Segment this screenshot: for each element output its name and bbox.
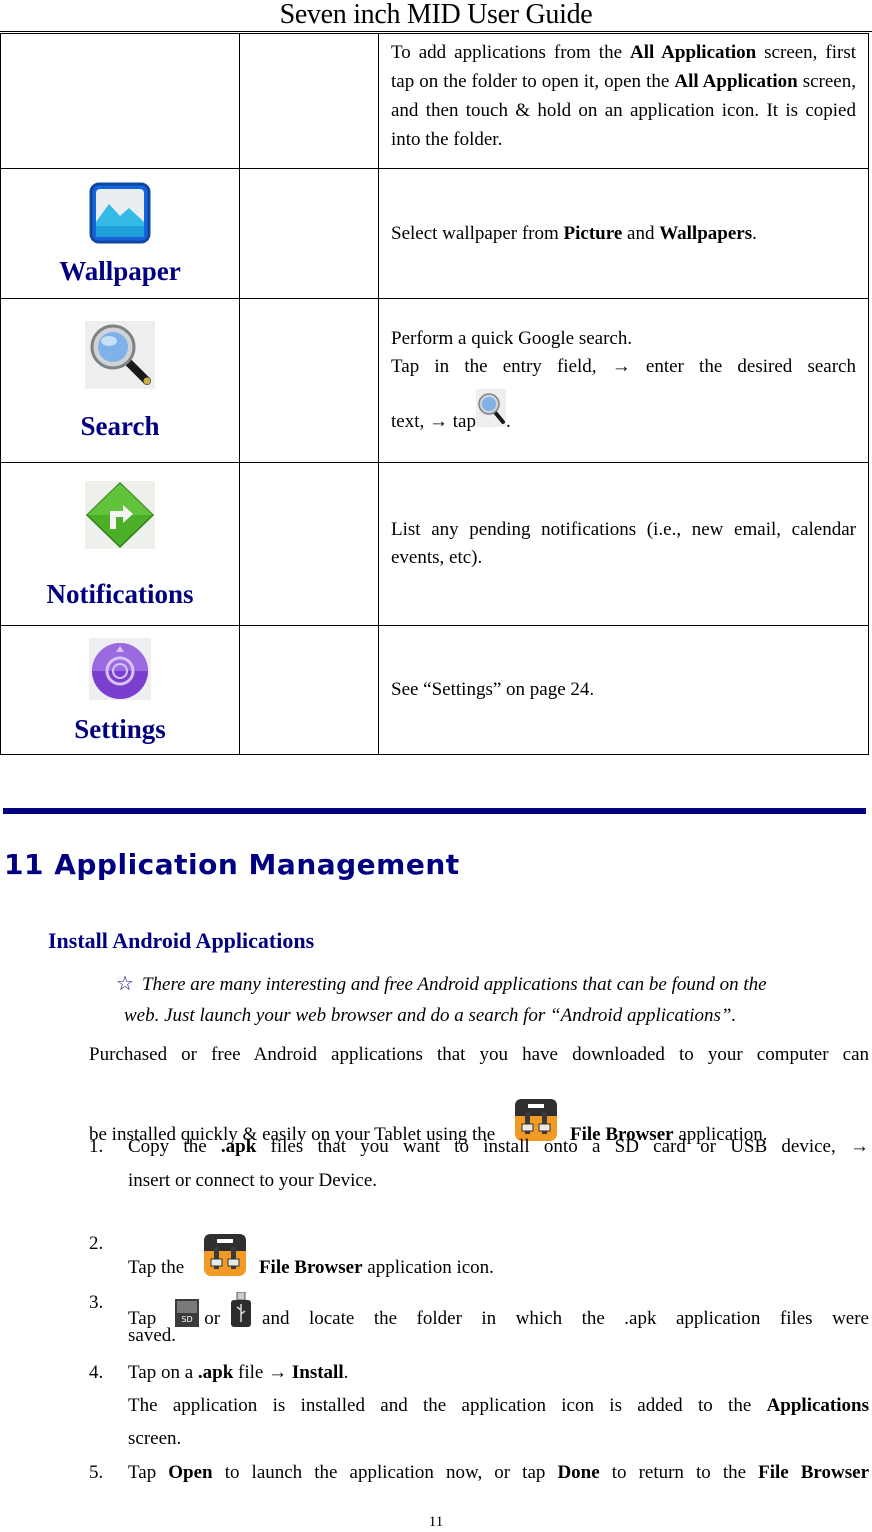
text: See “Settings” on page 24. xyxy=(391,679,595,700)
blank-cell xyxy=(239,298,379,463)
text: file → xyxy=(233,1362,292,1383)
bold-text: Open xyxy=(168,1462,213,1483)
star-icon: ☆ xyxy=(116,973,134,995)
page-header: Seven inch MID User Guide xyxy=(279,0,593,30)
bold-text: All Application xyxy=(629,42,757,63)
bold-text: Install xyxy=(291,1362,344,1383)
text: web. Just launch your web browser and do… xyxy=(124,1005,737,1026)
step-number: 2. xyxy=(89,1233,104,1254)
bold-text: File Browser xyxy=(258,1257,363,1278)
step-number: 4. xyxy=(89,1362,104,1383)
text: text, → tap xyxy=(391,411,476,432)
file-browser-icon xyxy=(203,1234,246,1276)
feature-description: Perform a quick Google search. Tap in th… xyxy=(378,298,869,463)
feature-name: Notifications xyxy=(46,578,194,609)
text: Tap xyxy=(128,1462,169,1483)
feature-name-cell xyxy=(0,33,240,169)
text: Tap the xyxy=(128,1257,185,1278)
tip-line: ☆ There are many interesting and free And… xyxy=(116,970,869,999)
table-row: Notifications List any pending notificat… xyxy=(0,462,869,626)
text: to return to the xyxy=(599,1462,759,1483)
section-title: 11 Application Management xyxy=(4,848,460,881)
text: application icon. xyxy=(362,1257,494,1278)
blank-cell xyxy=(239,462,379,626)
feature-description: Select wallpaper from Picture and Wallpa… xyxy=(378,168,869,299)
desc-line: Tap in the entry field, → enter the desi… xyxy=(391,356,856,377)
bold-text: .apk xyxy=(197,1362,234,1383)
text: . xyxy=(752,222,757,244)
feature-table: To add applications from the All Applica… xyxy=(0,33,869,755)
tip-line: web. Just launch your web browser and do… xyxy=(124,1002,869,1030)
bold-text: Picture xyxy=(563,222,623,244)
text: and xyxy=(622,222,660,244)
table-row: Settings See “Settings” on page 24. xyxy=(0,625,869,755)
feature-name-cell: Wallpaper xyxy=(0,168,240,299)
step-number: 1. xyxy=(89,1136,104,1157)
feature-name-cell: Search xyxy=(0,298,240,463)
feature-description: List any pending notifications (i.e., ne… xyxy=(378,462,869,626)
table-row: Search Perform a quick Google search. Ta… xyxy=(0,298,869,463)
text: . xyxy=(505,411,511,432)
feature-name: Search xyxy=(80,411,160,441)
text: Tap on a xyxy=(128,1362,198,1383)
sd-card-icon: SD xyxy=(175,1299,200,1327)
bold-text: Done xyxy=(557,1462,600,1483)
text: List any pending notifications (i.e., ne… xyxy=(391,519,856,568)
step-line: Tap Open to launch the application now, … xyxy=(128,1462,869,1484)
step-line: saved. xyxy=(128,1325,177,1346)
desc-line: text, → tap. xyxy=(391,389,856,436)
feature-name: Settings xyxy=(74,713,166,744)
intro-line: Purchased or free Android applications t… xyxy=(89,1044,869,1065)
feature-description: To add applications from the All Applica… xyxy=(378,33,869,169)
desc-line: Perform a quick Google search. xyxy=(391,328,633,349)
text: The application is installed and the app… xyxy=(128,1395,767,1416)
text: To add applications from the xyxy=(391,42,630,63)
step-line: insert or connect to your Device. xyxy=(128,1170,378,1191)
text: . xyxy=(343,1362,349,1383)
step-line: screen. xyxy=(128,1428,182,1449)
usb-drive-icon xyxy=(231,1292,252,1327)
feature-description: See “Settings” on page 24. xyxy=(378,625,869,755)
bold-text: Wallpapers xyxy=(659,222,753,244)
feature-name: Wallpaper xyxy=(59,256,181,286)
bold-text: Applications xyxy=(766,1395,869,1416)
svg-text:SD: SD xyxy=(182,1315,193,1324)
turn-arrow-icon xyxy=(85,480,155,549)
magnifier-icon xyxy=(85,321,155,389)
text: Copy the xyxy=(128,1136,221,1157)
blank-cell xyxy=(239,33,379,169)
step-number: 3. xyxy=(89,1292,104,1313)
text: Select wallpaper from xyxy=(391,222,564,244)
wallpaper-icon xyxy=(89,182,151,244)
feature-name-cell: Notifications xyxy=(0,462,240,626)
section-rule xyxy=(3,808,866,814)
blank-cell xyxy=(239,625,379,755)
magnifier-icon xyxy=(475,389,506,427)
text: files that you want to install onto a SD… xyxy=(256,1136,869,1157)
step-line: Tap the File Browser application icon. xyxy=(128,1233,869,1279)
table-row: To add applications from the All Applica… xyxy=(0,33,869,169)
step-number: 5. xyxy=(89,1462,104,1483)
step-line: The application is installed and the app… xyxy=(128,1395,869,1417)
bold-text: .apk xyxy=(220,1136,257,1157)
bold-text: File Browser xyxy=(758,1462,870,1483)
bold-text: All Application xyxy=(674,71,798,92)
step-line: Tap on a .apk file → Install. xyxy=(128,1362,869,1384)
text: There are many interesting and free Andr… xyxy=(141,974,767,995)
text: to launch the application now, or tap xyxy=(212,1462,558,1483)
page-number: 11 xyxy=(428,1514,444,1530)
gear-icon xyxy=(89,637,151,700)
subsection-title: Install Android Applications xyxy=(48,928,315,953)
table-row: Wallpaper Select wallpaper from Picture … xyxy=(0,168,869,299)
feature-name-cell: Settings xyxy=(0,625,240,755)
step-line: Copy the .apk files that you want to ins… xyxy=(128,1136,869,1158)
blank-cell xyxy=(239,168,379,299)
header-rule xyxy=(0,31,872,32)
